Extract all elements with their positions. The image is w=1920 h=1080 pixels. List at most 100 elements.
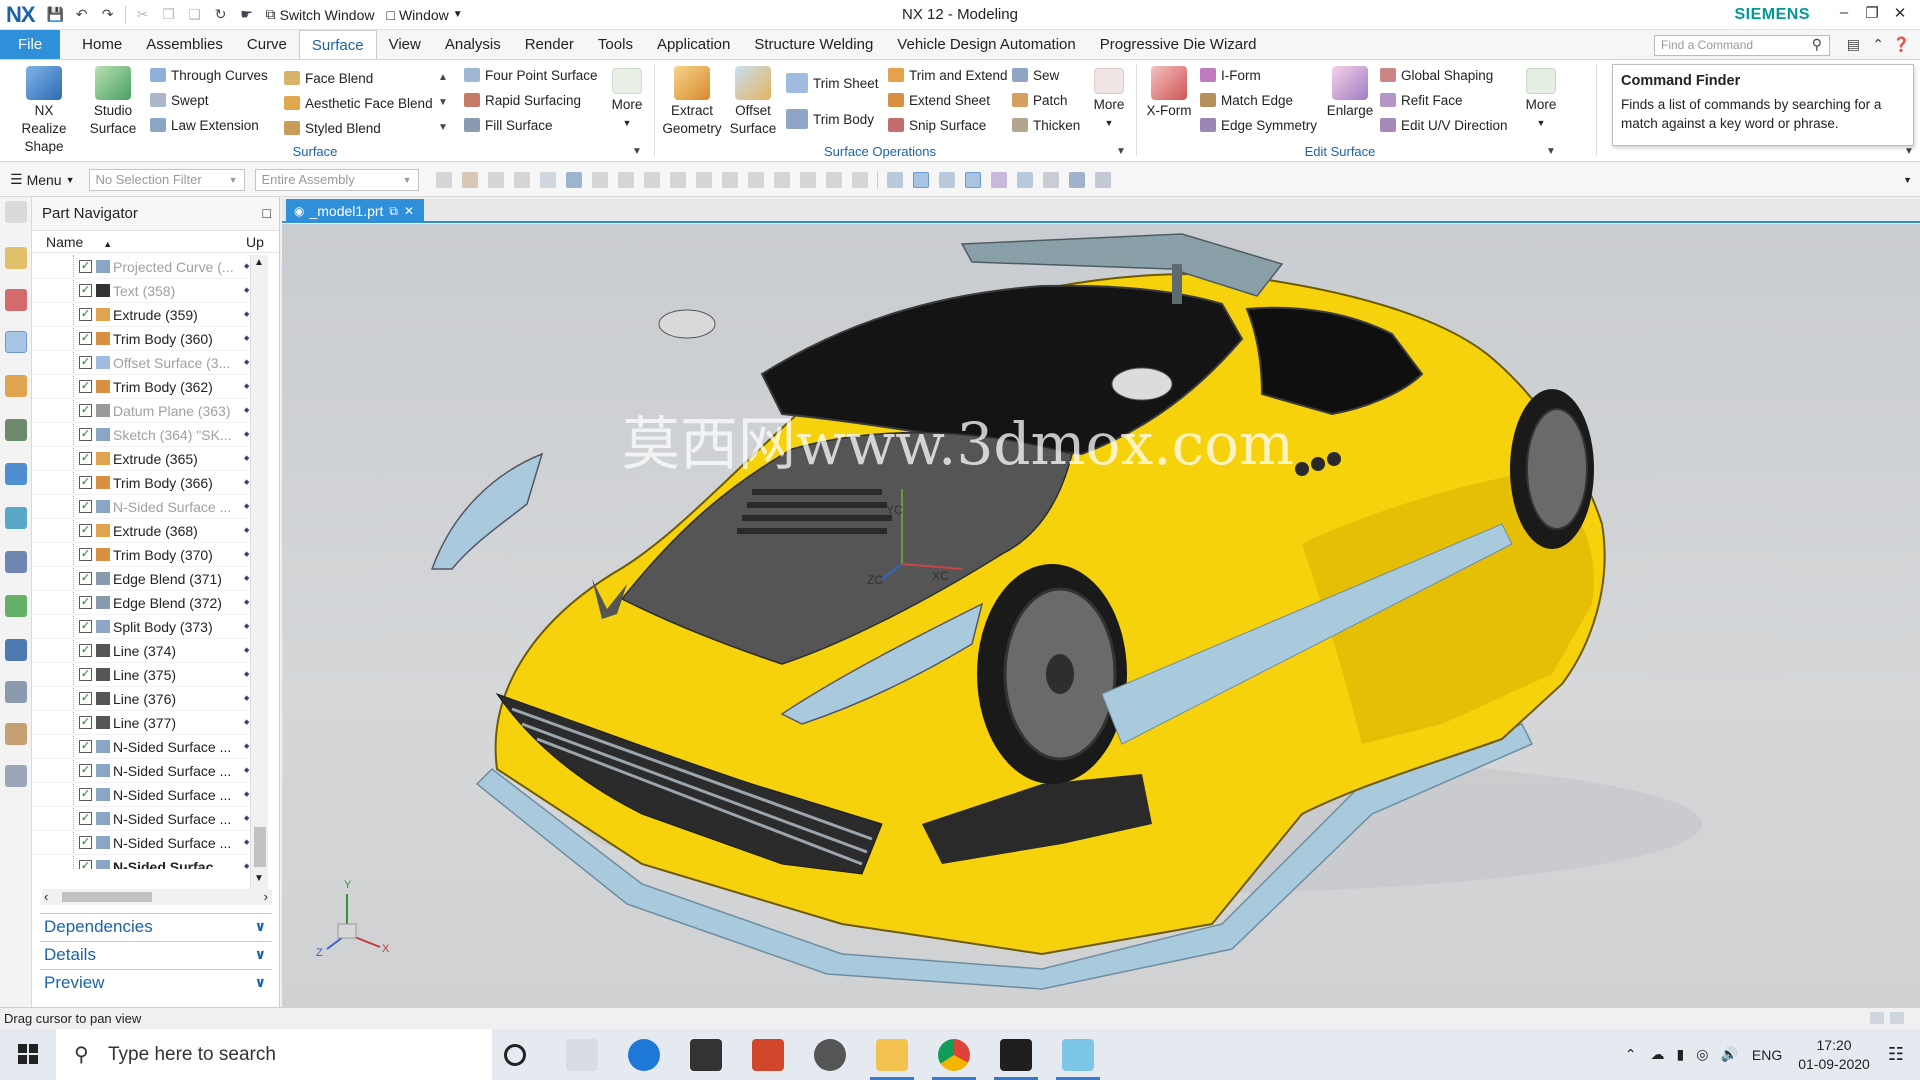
feature-tree-row[interactable]: ✓ Extrude (359) ◆ xyxy=(32,303,250,327)
clock[interactable]: 17:20 01-09-2020 xyxy=(1798,1036,1870,1074)
circle-center-icon[interactable] xyxy=(721,171,738,188)
visibility-checkbox[interactable]: ✓ xyxy=(79,476,92,489)
visibility-checkbox[interactable]: ✓ xyxy=(79,452,92,465)
match-edge-button[interactable]: Match Edge xyxy=(1200,90,1293,110)
feature-tree-row[interactable]: ✓ N-Sided Surface ... ◆ xyxy=(32,495,250,519)
visibility-checkbox[interactable]: ✓ xyxy=(79,428,92,441)
feature-tree-row[interactable]: ✓ Offset Surface (3... ◆ xyxy=(32,351,250,375)
visibility-checkbox[interactable]: ✓ xyxy=(79,308,92,321)
notifications-icon[interactable]: ☷ xyxy=(1888,1044,1904,1065)
feature-tree-row[interactable]: ✓ N-Sided Surface ... ◆ xyxy=(32,735,250,759)
chevron-up-icon[interactable]: ⌃ xyxy=(1625,1046,1637,1063)
edit-uv-direction-button[interactable]: Edit U/V Direction xyxy=(1380,115,1508,135)
xbox-icon[interactable] xyxy=(814,1039,846,1071)
more-edit-surface-button[interactable]: More ▼ xyxy=(1518,68,1564,132)
feature-tree-row[interactable]: ✓ Text (358) ◆ xyxy=(32,279,250,303)
visibility-checkbox[interactable]: ✓ xyxy=(79,788,92,801)
scroll-left-arrow-icon[interactable]: ‹ xyxy=(44,889,48,904)
x-form-button[interactable]: X-Form xyxy=(1142,66,1196,120)
maximize-panel-icon[interactable]: □ xyxy=(263,205,271,221)
feature-tree-row[interactable]: ✓ Trim Body (362) ◆ xyxy=(32,375,250,399)
expand-gallery-icon[interactable]: ▼ xyxy=(438,122,448,133)
onedrive-icon[interactable]: ☁ xyxy=(1651,1046,1665,1063)
feature-tree-row[interactable]: ✓ N-Sided Surface ... ◆ xyxy=(32,807,250,831)
rapid-surfacing-button[interactable]: Rapid Surfacing xyxy=(464,90,581,110)
fit-view-icon[interactable] xyxy=(886,171,903,188)
more-surface-operations-button[interactable]: More ▼ xyxy=(1086,68,1132,132)
edge-browser-icon[interactable] xyxy=(628,1039,660,1071)
visibility-checkbox[interactable]: ✓ xyxy=(79,860,92,869)
feature-tree-row[interactable]: ✓ Line (377) ◆ xyxy=(32,711,250,735)
spline-icon[interactable] xyxy=(669,171,686,188)
quadrant-icon[interactable] xyxy=(747,171,764,188)
select-features-icon[interactable] xyxy=(461,171,478,188)
horizontal-scrollbar[interactable]: ‹ › xyxy=(42,889,272,905)
feature-tree-row[interactable]: ✓ Trim Body (370) ◆ xyxy=(32,543,250,567)
zoom-icon[interactable] xyxy=(912,171,929,188)
trim-sheet-button[interactable]: Trim Sheet xyxy=(786,73,879,93)
visibility-checkbox[interactable]: ✓ xyxy=(79,836,92,849)
undo-icon[interactable]: ↶ xyxy=(73,6,91,23)
feature-tree-row[interactable]: ✓ Line (375) ◆ xyxy=(32,663,250,687)
tab-render[interactable]: Render xyxy=(513,30,586,59)
grid-icon[interactable] xyxy=(1870,1012,1884,1024)
ribbon-options-arrow-icon[interactable]: ▼ xyxy=(1904,146,1914,157)
scroll-thumb[interactable] xyxy=(254,827,266,867)
visibility-checkbox[interactable]: ✓ xyxy=(79,284,92,297)
visibility-checkbox[interactable]: ✓ xyxy=(79,404,92,417)
help-icon[interactable]: ❓ xyxy=(1893,36,1910,53)
point-on-curve-icon[interactable] xyxy=(591,171,608,188)
patch-button[interactable]: Patch xyxy=(1012,90,1068,110)
rectangle-select-icon[interactable] xyxy=(539,171,556,188)
feature-tree-row[interactable]: ✓ Sketch (364) "SK... ◆ xyxy=(32,423,250,447)
feature-tree-row[interactable]: ✓ Extrude (368) ◆ xyxy=(32,519,250,543)
vertical-scrollbar[interactable]: ▲ ▼ xyxy=(250,255,268,889)
windows-start-icon[interactable] xyxy=(18,1044,38,1064)
scroll-up-arrow-icon[interactable]: ▲ xyxy=(254,257,264,268)
edge-symmetry-button[interactable]: Edge Symmetry xyxy=(1200,115,1317,135)
feature-tree-row[interactable]: ✓ Line (374) ◆ xyxy=(32,639,250,663)
i-form-button[interactable]: I-Form xyxy=(1200,65,1261,85)
orient-view-icon[interactable] xyxy=(1016,171,1033,188)
battery-icon[interactable]: ▮ xyxy=(1677,1046,1685,1063)
pan-icon[interactable] xyxy=(964,171,981,188)
web-browser-icon[interactable] xyxy=(5,463,27,485)
reuse-library-icon[interactable] xyxy=(5,375,27,397)
feature-tree-row[interactable]: ✓ Trim Body (360) ◆ xyxy=(32,327,250,351)
tab-analysis[interactable]: Analysis xyxy=(433,30,513,59)
visibility-checkbox[interactable]: ✓ xyxy=(79,644,92,657)
studio-surface-button[interactable]: Studio Surface xyxy=(82,66,144,138)
more-surface-button[interactable]: More ▼ xyxy=(604,68,650,132)
global-shaping-button[interactable]: Global Shaping xyxy=(1380,65,1493,85)
ribbon-options-icon[interactable]: ▤ xyxy=(1847,36,1860,53)
work-layer-icon[interactable] xyxy=(1068,171,1085,188)
tab-tools[interactable]: Tools xyxy=(586,30,645,59)
scroll-down-arrow-icon[interactable]: ▼ xyxy=(254,873,264,884)
photos-icon[interactable] xyxy=(1000,1039,1032,1071)
find-command-input[interactable]: Find a Command xyxy=(1654,35,1830,56)
edit-section-icon[interactable] xyxy=(1094,171,1111,188)
visibility-checkbox[interactable]: ✓ xyxy=(79,332,92,345)
feature-tree-row[interactable]: ✓ Datum Plane (363) ◆ xyxy=(32,399,250,423)
restore-button[interactable]: ❐ xyxy=(1858,4,1886,22)
search-icon[interactable]: ⚲ xyxy=(1812,36,1822,53)
hd3d-tools-icon[interactable] xyxy=(5,419,27,441)
refit-face-button[interactable]: Refit Face xyxy=(1380,90,1463,110)
visibility-checkbox[interactable]: ✓ xyxy=(79,380,92,393)
feature-tree-row[interactable]: ✓ N-Sided Surface ... ◆ xyxy=(32,831,250,855)
feature-tree-row[interactable]: ✓ N-Sided Surfac... ◆ xyxy=(32,855,250,869)
fullscreen-icon[interactable] xyxy=(1890,1012,1904,1024)
constraint-navigator-icon[interactable] xyxy=(5,289,27,311)
tab-file[interactable]: File xyxy=(0,30,61,59)
feature-tree-row[interactable]: ✓ Split Body (373) ◆ xyxy=(32,615,250,639)
window-menu[interactable]: □ Window ▼ xyxy=(386,7,462,23)
system-materials-icon[interactable] xyxy=(5,595,27,617)
dependencies-panel[interactable]: Dependencies ∨ xyxy=(40,913,272,939)
extract-geometry-button[interactable]: Extract Geometry xyxy=(660,66,724,138)
solid-body-icon[interactable] xyxy=(565,171,582,188)
tab-curve[interactable]: Curve xyxy=(235,30,299,59)
nx-realize-shape-button[interactable]: NX Realize Shape xyxy=(8,66,80,156)
tab-view[interactable]: View xyxy=(377,30,433,59)
close-button[interactable]: ✕ xyxy=(1886,4,1914,22)
menu-button[interactable]: ☰ Menu ▼ xyxy=(10,171,75,188)
